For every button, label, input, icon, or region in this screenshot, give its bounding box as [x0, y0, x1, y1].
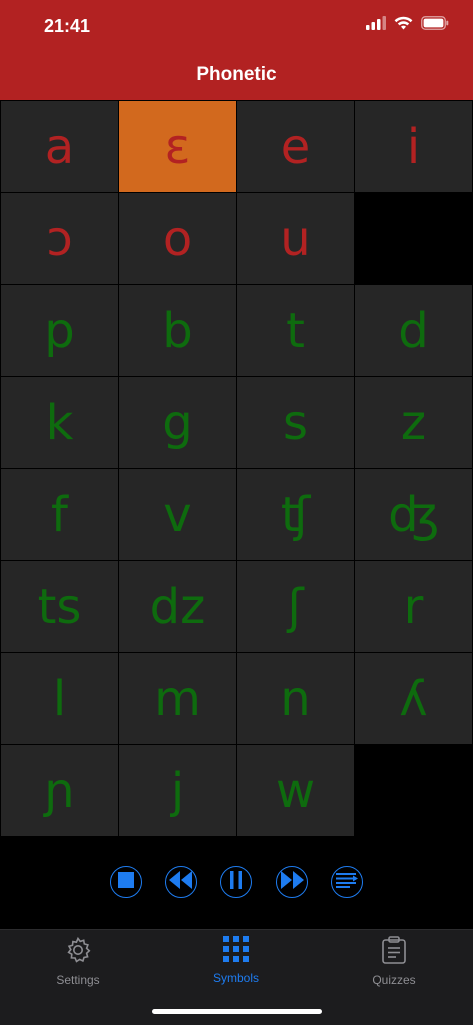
symbol-cell[interactable]: b — [119, 285, 236, 376]
stop-button[interactable] — [110, 866, 142, 898]
symbol-cell[interactable]: v — [119, 469, 236, 560]
symbol-cell[interactable]: r — [355, 561, 472, 652]
navigation-bar: Phonetic — [0, 50, 473, 100]
symbol-row: pbtd — [0, 285, 473, 377]
symbol-cell[interactable]: ʎ — [355, 653, 472, 744]
symbol-cell[interactable]: e — [237, 101, 354, 192]
previous-button[interactable] — [165, 866, 197, 898]
grid-icon — [223, 936, 249, 967]
status-bar: 21:41 — [0, 0, 473, 50]
symbol-cell[interactable]: d — [355, 285, 472, 376]
symbol-cell[interactable]: ʃ — [237, 561, 354, 652]
player-controls — [0, 866, 473, 902]
symbol-row: ɲjw — [0, 745, 473, 837]
symbol-cell[interactable]: s — [237, 377, 354, 468]
tab-symbols-label: Symbols — [212, 971, 259, 985]
gear-icon — [64, 936, 92, 969]
symbol-cell[interactable]: ɛ — [119, 101, 236, 192]
pause-icon — [230, 870, 242, 894]
previous-icon — [169, 870, 193, 894]
list-icon — [336, 872, 358, 893]
symbol-cell[interactable]: j — [119, 745, 236, 836]
wifi-icon — [394, 16, 413, 35]
symbol-cell[interactable]: ɲ — [1, 745, 118, 836]
symbol-cell[interactable]: ts — [1, 561, 118, 652]
symbol-cell[interactable]: a — [1, 101, 118, 192]
symbol-cell[interactable]: f — [1, 469, 118, 560]
symbol-cell[interactable]: ʧ — [237, 469, 354, 560]
symbol-cell[interactable]: i — [355, 101, 472, 192]
tab-quizzes-label: Quizzes — [372, 973, 416, 987]
symbol-grid: a ɛ e i ɔ o u p b t d k g s z f v ʧ ʤ ts dz ʃ r l m n ʎ ɲ j w — [0, 101, 473, 837]
symbol-cell[interactable]: z — [355, 377, 472, 468]
symbol-cell[interactable]: g — [119, 377, 236, 468]
symbol-row: lmnʎ — [0, 653, 473, 745]
symbol-cell[interactable]: ɔ — [1, 193, 118, 284]
list-button[interactable] — [331, 866, 363, 898]
status-time: 21:41 — [44, 16, 91, 36]
tab-settings[interactable]: Settings — [18, 936, 138, 990]
next-button[interactable] — [276, 866, 308, 898]
symbol-cell[interactable]: t — [237, 285, 354, 376]
tab-quizzes[interactable]: Quizzes — [334, 936, 454, 990]
battery-icon — [421, 16, 449, 35]
symbol-row: ts dz ʃ r — [0, 561, 473, 653]
symbol-cell[interactable]: u — [237, 193, 354, 284]
pause-button[interactable] — [220, 866, 252, 898]
symbol-cell[interactable]: l — [1, 653, 118, 744]
symbol-row: fvʧʤ — [0, 469, 473, 561]
page-title: Phonetic — [196, 64, 277, 85]
clipboard-icon — [381, 936, 407, 969]
symbol-cell[interactable]: ʤ — [355, 469, 472, 560]
symbol-row: ɔou — [0, 193, 473, 285]
home-indicator — [152, 1009, 322, 1014]
symbol-cell[interactable]: n — [237, 653, 354, 744]
symbol-row: kgsz — [0, 377, 473, 469]
symbol-cell[interactable]: o — [119, 193, 236, 284]
symbol-cell[interactable]: k — [1, 377, 118, 468]
symbol-row: aɛei — [0, 101, 473, 193]
symbol-cell[interactable]: dz — [119, 561, 236, 652]
status-icons — [366, 16, 449, 35]
tab-symbols[interactable]: Symbols — [176, 936, 296, 990]
tab-settings-label: Settings — [56, 973, 100, 987]
symbol-cell[interactable]: w — [237, 745, 354, 836]
symbol-cell[interactable]: p — [1, 285, 118, 376]
next-icon — [280, 870, 304, 894]
stop-icon — [118, 871, 134, 893]
cellular-signal-icon — [366, 16, 386, 35]
symbol-cell[interactable]: m — [119, 653, 236, 744]
